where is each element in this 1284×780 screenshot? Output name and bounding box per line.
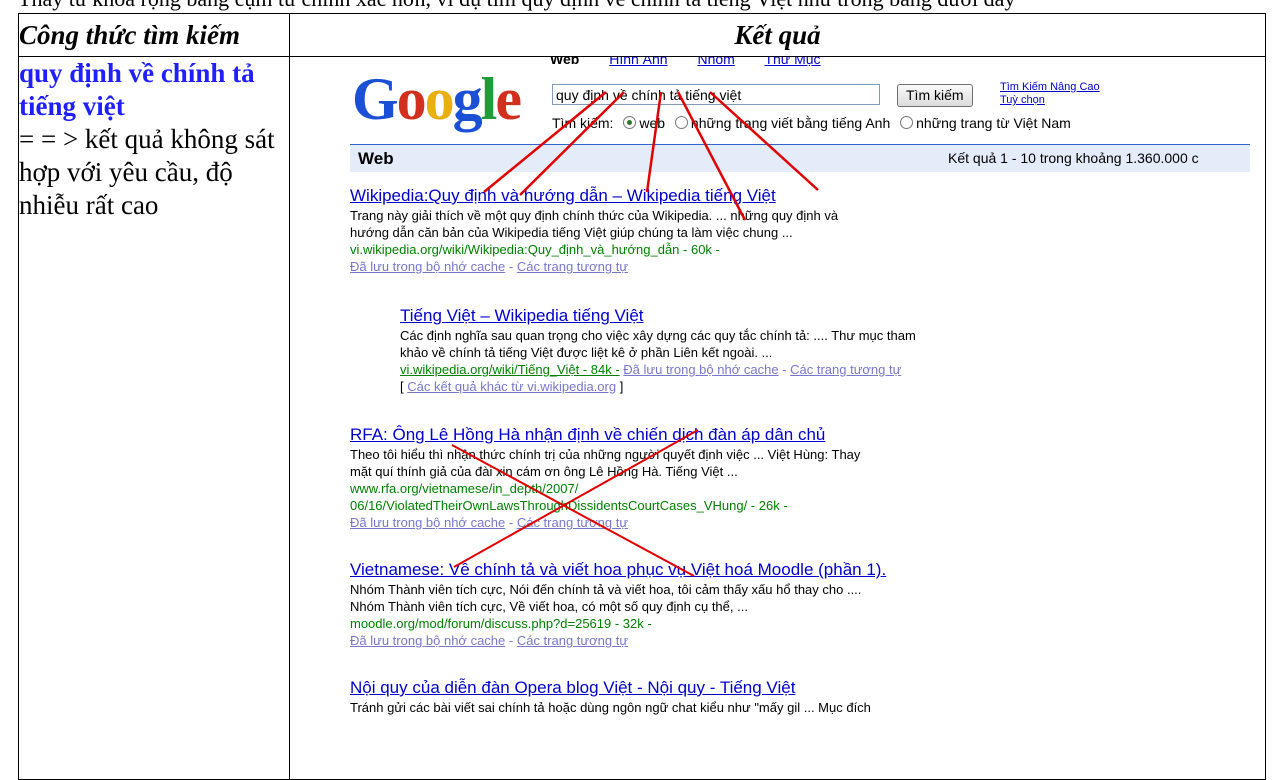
query-title: quy định về chính tả tiếng việt [19,58,255,121]
similar-link[interactable]: Các trang tương tự [517,633,628,648]
search-button[interactable]: Tìm kiếm [897,84,973,107]
result-snippet: hướng dẫn căn bản của Wikipedia tiếng Vi… [350,225,793,240]
result-snippet: Nhóm Thành viên tích cực, Về viết hoa, c… [350,599,748,614]
result-snippet: Nhóm Thành viên tích cực, Nói đến chính … [350,582,862,597]
result-snippet: Các định nghĩa sau quan trọng cho việc x… [400,328,916,343]
result-4: Vietnamese: Về chính tả và viết hoa phục… [350,559,1050,649]
radio-english-icon[interactable] [674,116,688,129]
scope-english[interactable]: những trang viết bằng tiếng Anh [691,115,890,131]
cache-link[interactable]: Đã lưu trong bộ nhớ cache [623,362,778,377]
cache-link[interactable]: Đã lưu trong bộ nhớ cache [350,515,505,530]
result-url: moodle.org/mod/forum/discuss.php?d=25619… [350,616,652,631]
result-title[interactable]: Vietnamese: Về chính tả và viết hoa phục… [350,559,1050,581]
annotation-line [645,91,663,193]
result-1: Wikipedia:Quy định và hướng dẫn – Wikipe… [350,185,1050,275]
result-stats: Kết quả 1 - 10 trong khoảng 1.360.000 c [948,150,1199,166]
result-url: vi.wikipedia.org/wiki/Wikipedia:Quy_định… [350,242,720,257]
options-link[interactable]: Tuỳ chọn [1000,94,1100,107]
result-links: Đã lưu trong bộ nhớ cache - Các trang tư… [350,633,629,648]
header-formula: Công thức tìm kiếm [18,13,290,57]
nav-images[interactable]: Hình Ảnh [609,57,667,67]
result-5: Nội quy của diễn đàn Opera blog Việt - N… [350,677,1050,715]
nav-web[interactable]: Web [550,57,579,67]
nav-groups[interactable]: Nhóm [697,57,734,67]
google-screenshot: Google Web Hình Ảnh Nhóm Thư Mục quy địn… [290,57,1265,779]
result-snippet: Tránh gửi các bài viết sai chính tả hoặc… [350,700,871,715]
formula-cell: quy định về chính tả tiếng việt = = > kế… [18,56,290,780]
top-cut-line: Thay từ khóa rộng bằng cụm từ chính xác … [18,0,1015,12]
result-links: Đã lưu trong bộ nhớ cache - Các trang tư… [350,515,629,530]
scope-vietnam[interactable]: những trang từ Việt Nam [916,115,1071,131]
result-url: 06/16/ViolatedTheirOwnLawsThroughDisside… [350,498,788,513]
result-snippet: khảo về chính tả tiếng Việt được liệt kê… [400,345,773,360]
result-title[interactable]: Nội quy của diễn đàn Opera blog Việt - N… [350,677,1050,699]
scope-web[interactable]: web [639,115,665,131]
result-2: Tiếng Việt – Wikipedia tiếng Việt Các đị… [400,305,1100,395]
similar-link[interactable]: Các trang tương tự [517,515,628,530]
header-result: Kết quả [289,13,1266,57]
annotation-line [709,91,819,191]
result-title[interactable]: Tiếng Việt – Wikipedia tiếng Việt [400,305,1100,327]
cache-link[interactable]: Đã lưu trong bộ nhớ cache [350,633,505,648]
result-url: vi.wikipedia.org/wiki/Tiếng_Việt - 84k - [400,362,620,377]
web-label: Web [358,149,394,168]
result-links: vi.wikipedia.org/wiki/Tiếng_Việt - 84k -… [400,362,902,377]
result-snippet: Theo tôi hiểu thì nhận thức chính trị củ… [350,447,861,462]
scope-label: Tìm kiếm: [552,115,614,131]
radio-vietnam-icon[interactable] [900,116,914,129]
advanced-search-link[interactable]: Tìm Kiếm Nâng Cao [1000,81,1100,94]
search-formula-table: Công thức tìm kiếm Kết quả quy định về c… [18,13,1266,780]
result-title[interactable]: Wikipedia:Quy định và hướng dẫn – Wikipe… [350,185,1050,207]
more-results-link[interactable]: Các kết quả khác từ vi.wikipedia.org [407,379,616,394]
result-url: www.rfa.org/vietnamese/in_depth/2007/ [350,481,579,496]
search-input[interactable]: quy định về chính tả tiếng việt [552,84,880,105]
top-cut-text: Thay từ khóa rộng bằng cụm từ chính xác … [0,0,1284,14]
result-title[interactable]: RFA: Ông Lê Hồng Hà nhận định về chiến d… [350,424,1050,446]
advanced-links: Tìm Kiếm Nâng Cao Tuỳ chọn [1000,81,1100,107]
radio-web-icon[interactable] [623,116,637,129]
nav-directory[interactable]: Thư Mục [764,57,820,67]
google-logo: Google [352,66,522,132]
google-nav: Web Hình Ảnh Nhóm Thư Mục [550,57,847,67]
result-snippet: mặt quí thính giả của đài xin cám ơn ông… [350,464,738,479]
similar-link[interactable]: Các trang tương tự [790,362,901,377]
more-results: [ Các kết quả khác từ vi.wikipedia.org ] [400,379,624,394]
result-links: Đã lưu trong bộ nhớ cache - Các trang tư… [350,259,629,274]
results-bar: Web Kết quả 1 - 10 trong khoảng 1.360.00… [350,144,1250,172]
result-cell: Google Web Hình Ảnh Nhóm Thư Mục quy địn… [289,56,1266,780]
cache-link[interactable]: Đã lưu trong bộ nhớ cache [350,259,505,274]
result-3: RFA: Ông Lê Hồng Hà nhận định về chiến d… [350,424,1050,531]
similar-link[interactable]: Các trang tương tự [517,259,628,274]
result-snippet: Trang này giải thích về một quy định chí… [350,208,839,223]
search-scope: Tìm kiếm: web những trang viết bằng tiến… [552,115,1071,131]
query-note: = = > kết quả không sát hợp với yêu cầu,… [19,124,275,220]
